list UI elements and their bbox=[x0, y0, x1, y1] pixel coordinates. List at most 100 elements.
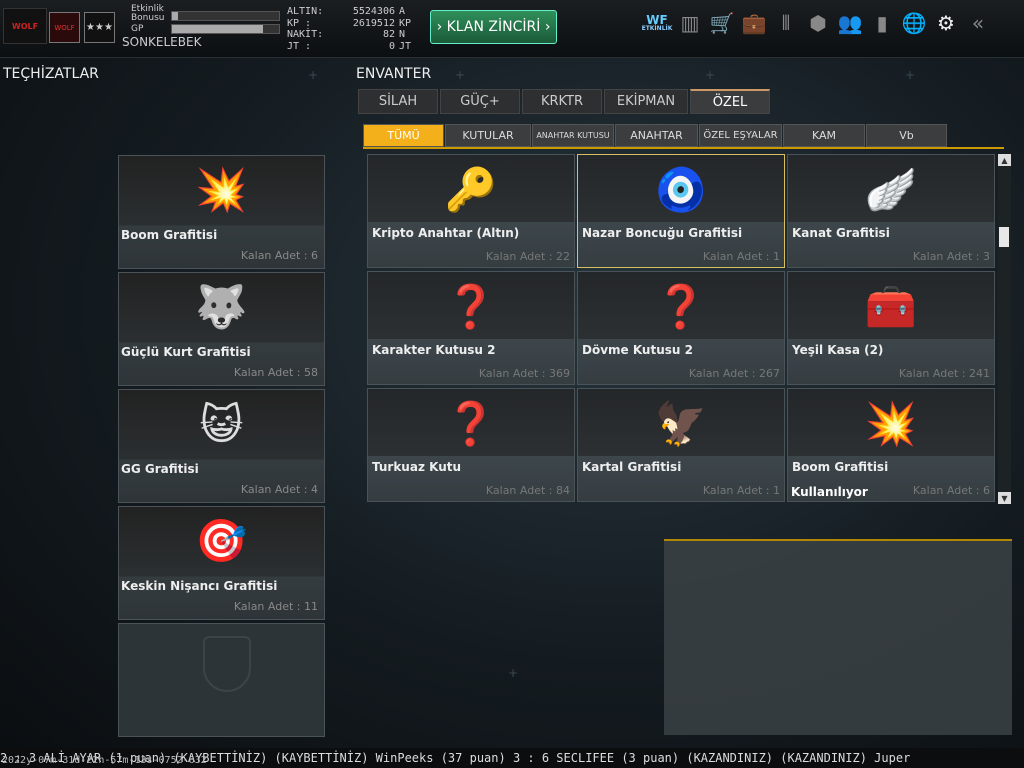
item-name: Dövme Kutusu 2 bbox=[582, 343, 693, 357]
decor-plus: + bbox=[508, 666, 519, 680]
globe-icon[interactable]: 🌐 bbox=[898, 6, 930, 40]
item-count: Kalan Adet : 84 bbox=[485, 484, 570, 497]
sniper-graffiti-icon: 🎯 bbox=[195, 516, 248, 565]
evil-eye-icon: 🧿 bbox=[654, 165, 708, 214]
subtab-key-box[interactable]: ANAHTAR KUTUSU bbox=[532, 124, 614, 147]
item-count: Kalan Adet : 22 bbox=[485, 250, 570, 263]
clan-emblem[interactable]: WOLF bbox=[49, 12, 80, 43]
currency-row-kp: KP :2619512 KP bbox=[287, 17, 412, 29]
item-count: Kalan Adet : 4 bbox=[240, 483, 318, 496]
eagle-graffiti-icon: 🦅 bbox=[654, 399, 708, 448]
equipment-title: TEÇHİZATLAR bbox=[3, 66, 99, 82]
item-count: Kalan Adet : 6 bbox=[912, 484, 990, 497]
item-name: Boom Grafitisi bbox=[121, 228, 218, 242]
item-name: Kartal Grafitisi bbox=[582, 460, 682, 474]
inventory-scrollbar[interactable]: ▲ ▼ bbox=[998, 154, 1011, 504]
weapons-icon[interactable]: ⫴ bbox=[770, 6, 802, 40]
tab-special[interactable]: ÖZEL bbox=[690, 89, 770, 114]
top-menu-icons: WF ETKİNLİK ▥ 🛒 💼 ⫴ ⬢ 👥 ▮ 🌐 ⚙ « bbox=[640, 6, 994, 40]
in-use-label: Kullanılıyor bbox=[791, 485, 868, 499]
item-name: Turkuaz Kutu bbox=[372, 460, 462, 474]
rank-badge[interactable]: ★★★ bbox=[84, 12, 115, 43]
item-name: Karakter Kutusu 2 bbox=[372, 343, 496, 357]
equipment-slot[interactable]: 🐺 Güçlü Kurt Grafitisi Kalan Adet : 58 bbox=[118, 272, 325, 386]
tattoo-box-icon: ❓ bbox=[654, 282, 708, 331]
item-detail-panel bbox=[664, 539, 1012, 735]
key-icon: 🔑 bbox=[444, 165, 498, 214]
subtab-keys[interactable]: ANAHTAR bbox=[615, 124, 698, 147]
green-crate-icon: 🧰 bbox=[864, 282, 918, 331]
inventory-item[interactable]: 🧰 Yeşil Kasa (2) Kalan Adet : 241 bbox=[787, 271, 995, 385]
decor-plus: + bbox=[308, 68, 319, 82]
currency-panel: ALTIN: 5524306 A KP :2619512 KP NAKİT: 82 N J… bbox=[287, 6, 420, 52]
item-count: Kalan Adet : 3 bbox=[912, 250, 990, 263]
scroll-thumb[interactable] bbox=[999, 227, 1009, 247]
inventory-bag-icon[interactable]: 💼 bbox=[738, 6, 770, 40]
scroll-down-icon[interactable]: ▼ bbox=[998, 492, 1011, 504]
bonus-bar bbox=[171, 11, 280, 21]
inventory-item[interactable]: ❓ Turkuaz Kutu Kalan Adet : 84 bbox=[367, 388, 575, 502]
empty-equipment-slot[interactable] bbox=[118, 623, 325, 737]
back-icon[interactable]: « bbox=[962, 6, 994, 40]
currency-row-cash: NAKİT: 82 N bbox=[287, 29, 406, 40]
inventory-item[interactable]: 💥 Boom Grafitisi Kullanılıyor Kalan Adet… bbox=[787, 388, 995, 502]
gp-label: GP bbox=[131, 24, 144, 34]
item-count: Kalan Adet : 1 bbox=[702, 484, 780, 497]
box-icon[interactable]: ⬢ bbox=[802, 6, 834, 40]
item-count: Kalan Adet : 58 bbox=[233, 366, 318, 379]
inventory-item[interactable]: 🔑 Kripto Anahtar (Altın) Kalan Adet : 22 bbox=[367, 154, 575, 268]
game-logo: WOLF bbox=[3, 8, 47, 44]
boom-graffiti-icon: 💥 bbox=[195, 165, 248, 214]
tab-power[interactable]: GÜÇ+ bbox=[440, 89, 520, 114]
event-icon[interactable]: WF ETKİNLİK bbox=[640, 6, 674, 40]
inventory-tabs: SİLAH GÜÇ+ KRKTR EKİPMAN ÖZEL bbox=[358, 89, 772, 114]
clan-chain-button[interactable]: › KLAN ZİNCİRİ › bbox=[430, 10, 557, 44]
inventory-item[interactable]: ❓ Dövme Kutusu 2 Kalan Adet : 267 bbox=[577, 271, 785, 385]
ranking-icon[interactable]: ▥ bbox=[674, 6, 706, 40]
inventory-title: ENVANTER bbox=[356, 66, 432, 82]
equipment-slot[interactable]: 💥 Boom Grafitisi Kalan Adet : 6 bbox=[118, 155, 325, 269]
subtab-other[interactable]: Vb bbox=[866, 124, 947, 147]
item-count: Kalan Adet : 11 bbox=[233, 600, 318, 613]
character-box-icon: ❓ bbox=[444, 282, 498, 331]
decor-plus: + bbox=[705, 68, 716, 82]
subtab-underline bbox=[363, 147, 1004, 149]
subtab-boxes[interactable]: KUTULAR bbox=[445, 124, 531, 147]
item-name: Yeşil Kasa (2) bbox=[792, 343, 884, 357]
subtab-cam[interactable]: KAM bbox=[783, 124, 865, 147]
item-name: Güçlü Kurt Grafitisi bbox=[121, 345, 251, 359]
inventory-item[interactable]: ❓ Karakter Kutusu 2 Kalan Adet : 369 bbox=[367, 271, 575, 385]
item-name: Kripto Anahtar (Altın) bbox=[372, 226, 520, 240]
subtab-all[interactable]: TÜMÜ bbox=[363, 124, 444, 147]
scroll-up-icon[interactable]: ▲ bbox=[998, 154, 1011, 166]
subtab-special-items[interactable]: ÖZEL EŞYALAR bbox=[699, 124, 782, 147]
inventory-item-selected[interactable]: 🧿 Nazar Boncuğu Grafitisi Kalan Adet : 1 bbox=[577, 154, 785, 268]
item-count: Kalan Adet : 369 bbox=[478, 367, 570, 380]
bonus-label: Etkinlik Bonusu bbox=[131, 4, 165, 23]
tab-character[interactable]: KRKTR bbox=[522, 89, 602, 114]
item-name: Kanat Grafitisi bbox=[792, 226, 890, 240]
equipment-slot[interactable]: 😺 GG Grafitisi Kalan Adet : 4 bbox=[118, 389, 325, 503]
username: SONKELEBEK bbox=[122, 35, 202, 49]
item-count: Kalan Adet : 241 bbox=[898, 367, 990, 380]
wings-icon: 🪽 bbox=[864, 165, 918, 214]
inventory-item[interactable]: 🦅 Kartal Grafitisi Kalan Adet : 1 bbox=[577, 388, 785, 502]
shop-cart-icon[interactable]: 🛒 bbox=[706, 6, 738, 40]
currency-row-jt: JT :0 JT bbox=[287, 40, 412, 52]
gp-bar bbox=[171, 24, 280, 34]
inventory-item[interactable]: 🪽 Kanat Grafitisi Kalan Adet : 3 bbox=[787, 154, 995, 268]
timestamp: 2022y-07m-31d-22h-57m-13s-0752-632 bbox=[2, 755, 207, 766]
friends-icon[interactable]: 👥 bbox=[834, 6, 866, 40]
tab-equipment[interactable]: EKİPMAN bbox=[604, 89, 688, 114]
item-name: Boom Grafitisi bbox=[792, 460, 889, 474]
stats-icon[interactable]: ▮ bbox=[866, 6, 898, 40]
tab-weapon[interactable]: SİLAH bbox=[358, 89, 438, 114]
equipment-slot[interactable]: 🎯 Keskin Nişancı Grafitisi Kalan Adet : … bbox=[118, 506, 325, 620]
decor-plus: + bbox=[455, 68, 466, 82]
item-name: GG Grafitisi bbox=[121, 462, 199, 476]
item-count: Kalan Adet : 267 bbox=[688, 367, 780, 380]
gear-icon[interactable]: ⚙ bbox=[930, 6, 962, 40]
item-name: Keskin Nişancı Grafitisi bbox=[121, 579, 278, 593]
gg-graffiti-icon: 😺 bbox=[199, 399, 244, 449]
inventory-subtabs: TÜMÜ KUTULAR ANAHTAR KUTUSU ANAHTAR ÖZEL… bbox=[363, 124, 948, 147]
